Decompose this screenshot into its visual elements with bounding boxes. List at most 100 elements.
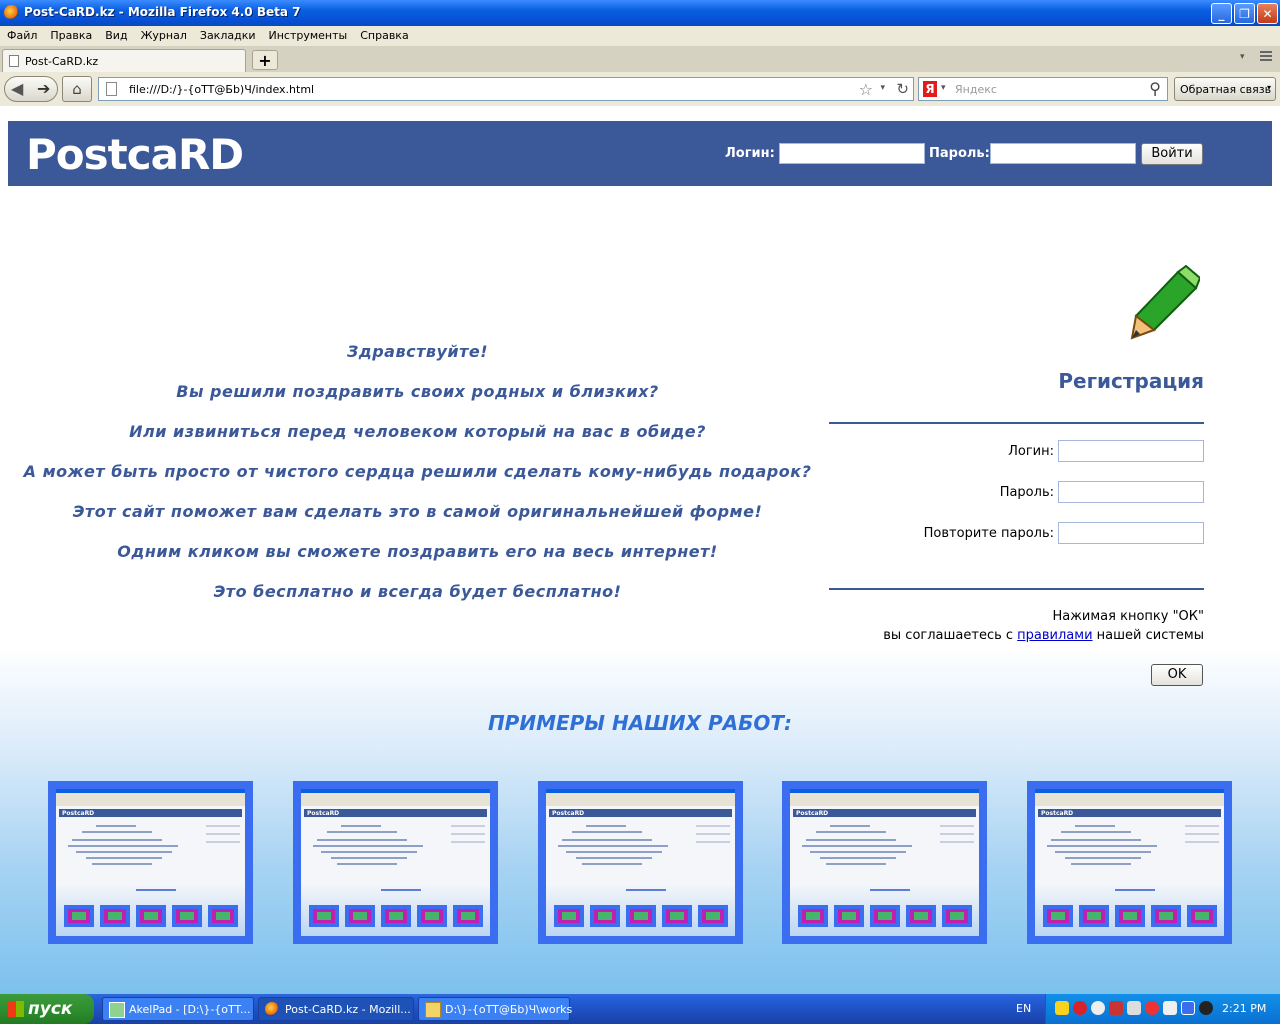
tray-opera-icon[interactable] (1073, 1001, 1087, 1015)
rules-link[interactable]: правилами (1017, 628, 1092, 643)
thumb-text-line (558, 845, 668, 847)
tray-clock-icon[interactable] (1091, 1001, 1105, 1015)
tray-app-icon[interactable] (1109, 1001, 1123, 1015)
home-button[interactable]: ⌂ (62, 76, 92, 102)
thumb-field (206, 825, 240, 827)
page-icon (9, 55, 19, 67)
login-button[interactable]: Войти (1141, 143, 1203, 165)
thumb-field (940, 841, 974, 843)
thumb-field (696, 833, 730, 835)
search-icon[interactable]: ⚲ (1149, 79, 1161, 98)
header-password-label: Пароль: (929, 146, 990, 161)
thumb-mini-example (834, 905, 864, 927)
menu-help[interactable]: Справка (353, 26, 414, 42)
tab-bar: Post-CaRD.kz + ▾ (0, 46, 1280, 73)
clock: 2:21 PM (1222, 1002, 1267, 1015)
tray-network-icon[interactable] (1163, 1001, 1177, 1015)
thumb-text-line (317, 839, 407, 841)
header-login-label: Логин: (725, 146, 775, 161)
url-text[interactable]: file:///D:/}-{oTT@Бb)Ч/index.html (129, 83, 314, 96)
reg-login-label: Логин: (1008, 444, 1054, 459)
thumb-text-line (321, 851, 417, 853)
menu-edit[interactable]: Правка (43, 26, 98, 42)
ok-button[interactable]: OK (1151, 664, 1203, 686)
example-thumbnail[interactable]: PostcaRD (293, 781, 498, 944)
thumb-text-line (826, 863, 886, 865)
forward-arrow-icon[interactable]: ➔ (37, 79, 50, 98)
thumb-text-line (92, 863, 152, 865)
thumb-examples-title (136, 889, 176, 891)
url-bar[interactable]: file:///D:/}-{oTT@Бb)Ч/index.html ☆ ▾ ↻ (98, 77, 914, 101)
yandex-icon[interactable]: Я (923, 81, 937, 97)
home-icon: ⌂ (72, 80, 82, 98)
bookmark-star-icon[interactable]: ☆ (859, 80, 873, 99)
feedback-button[interactable]: Обратная связь ▾ (1174, 77, 1276, 101)
divider (829, 422, 1204, 424)
thumb-text-line (582, 863, 642, 865)
tab-postcard[interactable]: Post-CaRD.kz (2, 49, 246, 72)
back-forward-group: ◀ ➔ (4, 76, 58, 102)
new-tab-button[interactable]: + (252, 50, 278, 70)
thumb-mini-example (381, 905, 411, 927)
thumb-field (1185, 833, 1219, 835)
taskbar-item-firefox[interactable]: Post-CaRD.kz - Mozill... (258, 997, 414, 1021)
thumb-field (206, 841, 240, 843)
tab-groups-icon[interactable] (1260, 51, 1272, 63)
example-thumbnail[interactable]: PostcaRD (1027, 781, 1232, 944)
tray-antivirus-icon[interactable] (1145, 1001, 1159, 1015)
divider (829, 588, 1204, 590)
welcome-line: Или извиниться перед человеком который н… (129, 422, 706, 441)
example-thumbnail[interactable]: PostcaRD (48, 781, 253, 944)
window-titlebar[interactable]: Post-CaRD.kz - Mozilla Firefox 4.0 Beta … (0, 0, 1280, 26)
thumb-mini-example (453, 905, 483, 927)
menu-tools[interactable]: Инструменты (262, 26, 354, 42)
thumb-mini-example (172, 905, 202, 927)
taskbar-item-label: AkelPad - [D:\}-{oTT... (129, 1003, 251, 1016)
thumb-text-line (72, 839, 162, 841)
reg-login-input[interactable] (1058, 440, 1204, 462)
terms-prefix: вы соглашаетесь с (883, 628, 1018, 643)
tray-monitor-icon[interactable] (1181, 1001, 1195, 1015)
minimize-button[interactable]: _ (1211, 3, 1232, 24)
reload-icon[interactable]: ↻ (896, 80, 909, 98)
menu-file[interactable]: Файл (0, 26, 43, 42)
menu-bookmarks[interactable]: Закладки (193, 26, 262, 42)
search-placeholder[interactable]: Яндекс (955, 83, 997, 96)
terms-note-line1: Нажимая кнопку "ОК" (1052, 609, 1204, 624)
examples-title: ПРИМЕРЫ НАШИХ РАБОТ: (487, 711, 793, 735)
volume-icon[interactable] (1127, 1001, 1141, 1015)
search-box[interactable]: Я ▾ Яндекс ⚲ (918, 77, 1168, 101)
example-thumbnail[interactable]: PostcaRD (782, 781, 987, 944)
thumb-text-line (1075, 825, 1115, 827)
menu-view[interactable]: Вид (98, 26, 133, 42)
thumb-mini-example (942, 905, 972, 927)
taskbar-item-akelpad[interactable]: AkelPad - [D:\}-{oTT... (102, 997, 254, 1021)
thumb-mini-example (662, 905, 692, 927)
reg-password-input[interactable] (1058, 481, 1204, 503)
back-arrow-icon[interactable]: ◀ (11, 79, 23, 98)
maximize-button[interactable]: ❐ (1234, 3, 1255, 24)
menu-history[interactable]: Журнал (134, 26, 193, 42)
welcome-line: Одним кликом вы сможете поздравить его н… (117, 542, 718, 561)
header-password-input[interactable] (990, 143, 1136, 164)
thumb-text-line (816, 831, 886, 833)
search-engine-dropdown-icon[interactable]: ▾ (941, 83, 946, 93)
taskbar-item-folder[interactable]: D:\}-{oTT@Бb)Ч\works (418, 997, 572, 1021)
header-login-input[interactable] (779, 143, 925, 164)
reg-repeat-password-input[interactable] (1058, 522, 1204, 544)
language-indicator[interactable]: EN (1016, 1002, 1031, 1015)
window-title: Post-CaRD.kz - Mozilla Firefox 4.0 Beta … (24, 5, 301, 19)
site-logo[interactable]: PostcaRD (26, 130, 244, 179)
start-button[interactable]: пуск (0, 994, 94, 1024)
url-dropdown-icon[interactable]: ▾ (880, 83, 885, 93)
tab-list-dropdown-icon[interactable]: ▾ (1240, 52, 1245, 62)
tray-star-icon[interactable] (1055, 1001, 1069, 1015)
thumb-toolbar (790, 793, 979, 806)
thumb-text-line (341, 825, 381, 827)
thumb-text-line (572, 831, 642, 833)
example-thumbnail[interactable]: PostcaRD (538, 781, 743, 944)
close-button[interactable]: ✕ (1257, 3, 1278, 24)
tray-media-icon[interactable] (1199, 1001, 1213, 1015)
windows-logo-icon (8, 1001, 24, 1017)
thumb-mini-example (64, 905, 94, 927)
